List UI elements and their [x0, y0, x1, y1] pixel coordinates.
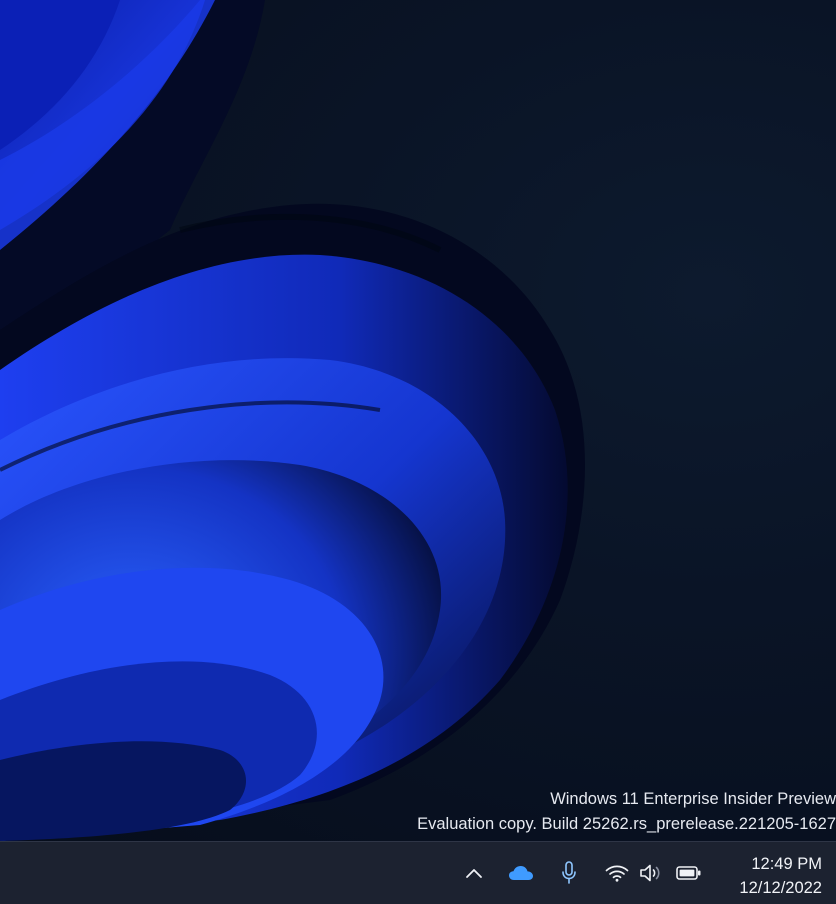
clock-date: 12/12/2022 [739, 879, 822, 897]
watermark-build: Evaluation copy. Build 25262.rs_prerelea… [417, 815, 836, 833]
microphone-icon [561, 861, 577, 885]
cloud-icon [508, 865, 534, 881]
taskbar: 12:49 PM 12/12/2022 [0, 841, 836, 904]
watermark-edition: Windows 11 Enterprise Insider Preview [550, 790, 836, 808]
clock-time: 12:49 PM [751, 855, 822, 873]
show-hidden-icons-button[interactable] [454, 854, 494, 892]
evaluation-watermark: Windows 11 Enterprise Insider Preview Ev… [316, 787, 836, 837]
battery-icon [676, 865, 702, 881]
volume-button[interactable] [631, 854, 671, 892]
wallpaper-bloom [0, 0, 585, 841]
battery-button[interactable] [669, 854, 709, 892]
chevron-up-icon [465, 867, 483, 879]
clock-button[interactable]: 12:49 PM 12/12/2022 [712, 852, 822, 897]
desktop[interactable]: Windows 11 Enterprise Insider Preview Ev… [0, 0, 836, 841]
speaker-icon [639, 863, 663, 883]
wifi-icon [605, 864, 629, 882]
onedrive-button[interactable] [501, 854, 541, 892]
microphone-in-use-button[interactable] [549, 854, 589, 892]
